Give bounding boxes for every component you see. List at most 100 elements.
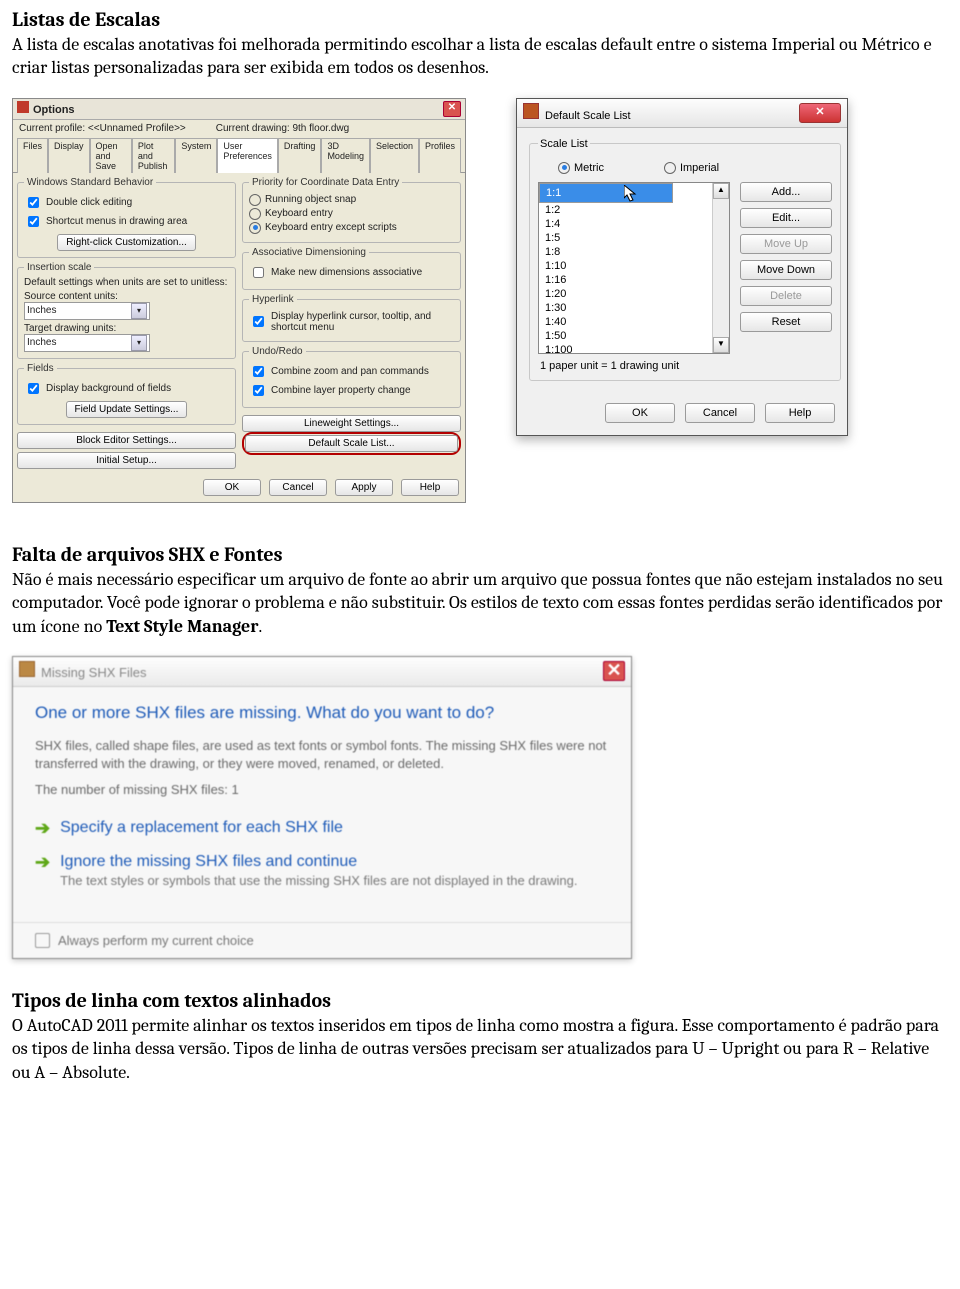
chk-field-bg[interactable]: Display background of fields <box>24 380 229 397</box>
group-undo: Undo/Redo Combine zoom and pan commands … <box>242 346 461 408</box>
options-tabs: Files Display Open and Save Plot and Pub… <box>13 137 465 173</box>
list-item[interactable]: 1:10 <box>539 259 729 273</box>
options-titlebar: Options ✕ <box>13 99 465 120</box>
default-scale-list-dialog: Default Scale List ✕ Scale List Metric I… <box>516 98 848 436</box>
chk-dblclick[interactable]: Double click editing <box>24 194 229 211</box>
chk-shortcut[interactable]: Shortcut menus in drawing area <box>24 213 229 230</box>
heading-shx: Falta de arquivos SHX e Fontes <box>12 543 948 566</box>
shx-option-ignore[interactable]: ➔ Ignore the missing SHX files and conti… <box>35 853 609 888</box>
ok-button[interactable]: OK <box>605 403 675 423</box>
add-button[interactable]: Add... <box>740 182 832 202</box>
group-scale-list: Scale List Metric Imperial 1:1 1:2 1:4 1… <box>529 138 841 381</box>
tab-opensave[interactable]: Open and Save <box>90 138 132 173</box>
tab-profiles[interactable]: Profiles <box>419 138 461 173</box>
tab-system[interactable]: System <box>175 138 217 173</box>
radio-keyboard[interactable]: Keyboard entry <box>249 208 454 220</box>
para-shx: Não é mais necessário especificar um arq… <box>12 568 948 638</box>
radio-running[interactable]: Running object snap <box>249 194 454 206</box>
shx-title: Missing SHX Files <box>41 665 146 680</box>
chk-always-label: Always perform my current choice <box>58 933 254 948</box>
chk-always[interactable] <box>35 933 50 948</box>
tab-drafting[interactable]: Drafting <box>278 138 322 173</box>
btn-rightclick[interactable]: Right-click Customization... <box>57 234 196 251</box>
delete-button[interactable]: Delete <box>740 286 832 306</box>
list-item[interactable]: 1:40 <box>539 315 729 329</box>
close-icon[interactable]: ✕ <box>603 661 625 681</box>
reset-button[interactable]: Reset <box>740 312 832 332</box>
tab-files[interactable]: Files <box>17 138 48 173</box>
chk-hyperlink[interactable]: Display hyperlink cursor, tooltip, and s… <box>249 311 454 333</box>
list-item[interactable]: 1:4 <box>539 217 729 231</box>
tab-userpref[interactable]: User Preferences <box>217 138 278 173</box>
app-icon <box>523 103 539 119</box>
profile-value: <<Unnamed Profile>> <box>88 123 186 134</box>
dsl-title: Default Scale List <box>545 110 631 122</box>
cancel-button[interactable]: Cancel <box>269 479 327 496</box>
radio-imperial[interactable]: Imperial <box>664 162 719 174</box>
btn-initial-setup[interactable]: Initial Setup... <box>17 452 236 469</box>
shx-question: One or more SHX files are missing. What … <box>35 703 609 723</box>
group-fields: Fields Display background of fields Fiel… <box>17 363 236 425</box>
para-linetypes: O AutoCAD 2011 permite alinhar os textos… <box>12 1014 948 1084</box>
heading-listas: Listas de Escalas <box>12 8 948 31</box>
list-item[interactable]: 1:30 <box>539 301 729 315</box>
tab-display[interactable]: Display <box>48 138 90 173</box>
profile-label: Current profile: <box>19 123 85 134</box>
chevron-down-icon: ▾ <box>131 303 147 319</box>
heading-linetypes: Tipos de linha com textos alinhados <box>12 989 948 1012</box>
scale-listbox[interactable]: 1:1 1:2 1:4 1:5 1:8 1:10 1:16 1:20 1:30 … <box>538 182 730 354</box>
radio-keyboard-except[interactable]: Keyboard entry except scripts <box>249 222 454 234</box>
tab-selection[interactable]: Selection <box>370 138 419 173</box>
dsl-titlebar: Default Scale List ✕ <box>517 99 847 128</box>
ok-button[interactable]: OK <box>203 479 261 496</box>
scrollbar[interactable]: ▲ ▼ <box>712 183 729 353</box>
shx-count: The number of missing SHX files: 1 <box>35 782 609 797</box>
arrow-icon: ➔ <box>35 819 50 837</box>
list-item[interactable]: 1:1 <box>539 183 673 203</box>
list-item[interactable]: 1:2 <box>539 203 729 217</box>
btn-default-scale[interactable]: Default Scale List... <box>245 435 458 452</box>
list-item[interactable]: 1:5 <box>539 231 729 245</box>
list-item[interactable]: 1:100 <box>539 343 729 354</box>
close-icon[interactable]: ✕ <box>443 101 461 117</box>
moveup-button[interactable]: Move Up <box>740 234 832 254</box>
chk-assoc-dim[interactable]: Make new dimensions associative <box>249 264 454 281</box>
shx-option-replace[interactable]: ➔ Specify a replacement for each SHX fil… <box>35 819 609 837</box>
group-win-std: Windows Standard Behavior Double click e… <box>17 177 236 258</box>
select-target-units[interactable]: Inches▾ <box>24 334 150 352</box>
arrow-icon: ➔ <box>35 853 50 871</box>
app-icon <box>17 101 29 113</box>
btn-field-update[interactable]: Field Update Settings... <box>66 401 188 418</box>
shx-desc: SHX files, called shape files, are used … <box>35 737 609 772</box>
list-item[interactable]: 1:8 <box>539 245 729 259</box>
list-item[interactable]: 1:50 <box>539 329 729 343</box>
drawing-value: 9th floor.dwg <box>292 123 349 134</box>
list-item[interactable]: 1:20 <box>539 287 729 301</box>
help-button[interactable]: Help <box>765 403 835 423</box>
shx-titlebar: Missing SHX Files ✕ <box>13 657 631 687</box>
cancel-button[interactable]: Cancel <box>685 403 755 423</box>
scroll-up-icon[interactable]: ▲ <box>713 183 729 199</box>
movedown-button[interactable]: Move Down <box>740 260 832 280</box>
group-assoc: Associative Dimensioning Make new dimens… <box>242 247 461 290</box>
scale-footnote: 1 paper unit = 1 drawing unit <box>540 360 832 372</box>
help-button[interactable]: Help <box>401 479 459 496</box>
btn-block-editor[interactable]: Block Editor Settings... <box>17 432 236 449</box>
select-source-units[interactable]: Inches▾ <box>24 302 150 320</box>
radio-metric[interactable]: Metric <box>558 162 604 174</box>
edit-button[interactable]: Edit... <box>740 208 832 228</box>
app-icon <box>19 661 35 677</box>
tab-plot[interactable]: Plot and Publish <box>132 138 176 173</box>
para-listas: A lista de escalas anotativas foi melhor… <box>12 33 948 80</box>
apply-button[interactable]: Apply <box>335 479 393 496</box>
drawing-label: Current drawing: <box>216 123 290 134</box>
scroll-down-icon[interactable]: ▼ <box>713 337 729 353</box>
tab-3d[interactable]: 3D Modeling <box>321 138 370 173</box>
close-icon[interactable]: ✕ <box>799 103 841 123</box>
btn-lineweight[interactable]: Lineweight Settings... <box>242 415 461 432</box>
group-insertion: Insertion scale Default settings when un… <box>17 262 236 359</box>
list-item[interactable]: 1:16 <box>539 273 729 287</box>
chk-combine-layer[interactable]: Combine layer property change <box>249 382 454 399</box>
chk-combine-zoom[interactable]: Combine zoom and pan commands <box>249 363 454 380</box>
chevron-down-icon: ▾ <box>131 335 147 351</box>
